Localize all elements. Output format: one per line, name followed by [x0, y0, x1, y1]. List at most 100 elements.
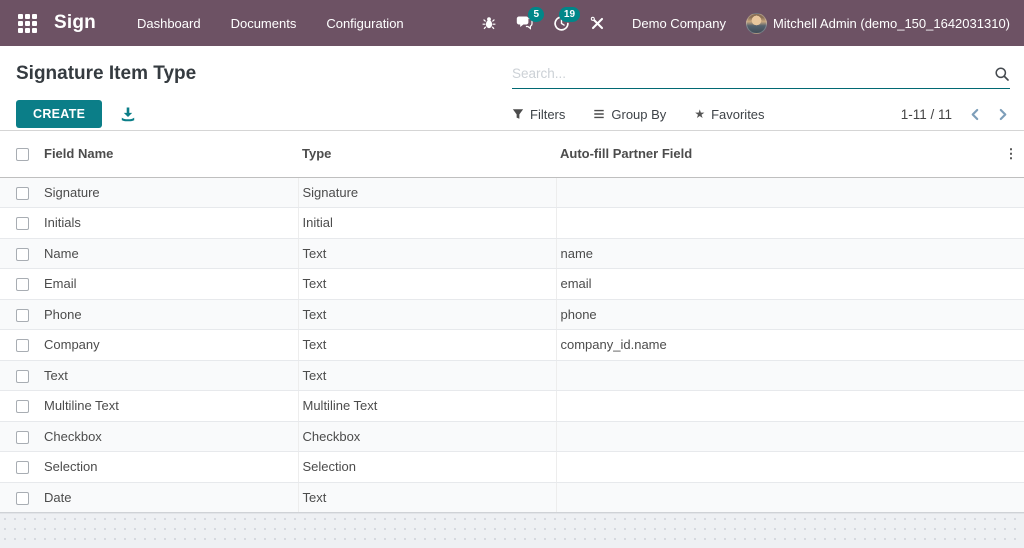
row-checkbox[interactable]	[16, 400, 29, 414]
group-by-button[interactable]: Group By	[593, 107, 666, 122]
systray: 5 19 Demo Company Mitchell Admin (demo_1…	[474, 0, 1010, 46]
row-checkbox[interactable]	[16, 278, 29, 292]
cell-spacer	[998, 451, 1024, 483]
user-avatar	[745, 12, 767, 34]
content-background	[0, 513, 1024, 548]
row-checkbox[interactable]	[16, 247, 29, 261]
page-title: Signature Item Type	[16, 63, 197, 84]
table-row[interactable]: Email Text email	[0, 268, 1024, 300]
cell-type: Text	[297, 299, 556, 330]
app-title[interactable]: Sign	[54, 12, 96, 34]
cell-spacer	[998, 177, 1024, 208]
tools-icon	[590, 16, 603, 29]
cell-autofill: email	[555, 268, 998, 300]
debug-bug-icon[interactable]	[474, 0, 504, 46]
row-checkbox[interactable]	[16, 217, 29, 231]
cell-type: Multiline Text	[297, 390, 556, 422]
column-header-autofill[interactable]: Auto-fill Partner Field	[556, 131, 998, 178]
cell-spacer	[998, 482, 1024, 513]
row-checkbox[interactable]	[16, 369, 29, 383]
download-icon	[122, 107, 135, 122]
messages-count-badge: 5	[528, 7, 545, 22]
row-checkbox[interactable]	[16, 491, 29, 505]
favorites-button[interactable]: ★ Favorites	[694, 107, 764, 122]
cell-autofill	[555, 451, 998, 483]
table-row[interactable]: Checkbox Checkbox	[0, 421, 1024, 452]
cell-type: Text	[297, 329, 556, 361]
cell-spacer	[998, 421, 1024, 452]
cell-autofill: phone	[555, 299, 998, 330]
select-all-checkbox[interactable]	[16, 148, 29, 162]
favorites-label: Favorites	[711, 106, 765, 122]
pager-next-button[interactable]	[997, 106, 1010, 123]
cell-spacer	[998, 207, 1024, 239]
export-button[interactable]	[120, 106, 136, 122]
cell-field-name: Name	[40, 238, 298, 269]
row-checkbox-cell	[0, 299, 40, 330]
cell-autofill	[555, 207, 998, 239]
tools-menu-icon[interactable]	[582, 0, 612, 46]
row-checkbox[interactable]	[16, 430, 29, 444]
optional-columns-icon[interactable]: ⋮	[998, 131, 1024, 178]
table-row[interactable]: Text Text	[0, 360, 1024, 391]
table-row[interactable]: Company Text company_id.name	[0, 329, 1024, 361]
cell-field-name: Selection	[40, 451, 298, 483]
row-checkbox-cell	[0, 360, 40, 391]
table-row[interactable]: Date Text	[0, 482, 1024, 513]
table-row[interactable]: Signature Signature	[0, 177, 1024, 208]
row-checkbox-cell	[0, 451, 40, 483]
table-row[interactable]: Initials Initial	[0, 207, 1024, 239]
cell-spacer	[998, 268, 1024, 300]
row-checkbox[interactable]	[16, 461, 29, 475]
app-window: Sign Dashboard Documents Configuration 5	[0, 0, 1024, 548]
menu-dashboard[interactable]: Dashboard	[122, 0, 216, 46]
filters-button[interactable]: Filters	[512, 107, 565, 122]
cell-field-name: Phone	[40, 299, 298, 330]
column-header-type[interactable]: Type	[298, 131, 556, 178]
search-input[interactable]	[512, 66, 988, 81]
cell-field-name: Text	[40, 360, 298, 391]
table-row[interactable]: Phone Text phone	[0, 299, 1024, 330]
action-buttons: CREATE	[16, 92, 512, 128]
cell-autofill	[555, 482, 998, 513]
search-options-row: Filters Group By ★ Favorites 1-11 / 11	[512, 92, 1010, 128]
table-row[interactable]: Selection Selection	[0, 451, 1024, 483]
search-icon[interactable]	[988, 66, 1010, 82]
create-button[interactable]: CREATE	[16, 100, 103, 128]
column-header-field-name[interactable]: Field Name	[40, 131, 298, 178]
cell-type: Signature	[297, 177, 556, 208]
company-switcher[interactable]: Demo Company	[618, 16, 740, 31]
chevron-left-icon	[971, 108, 979, 120]
cell-field-name: Initials	[40, 207, 298, 239]
menu-configuration[interactable]: Configuration	[311, 0, 418, 46]
cell-type: Selection	[297, 451, 556, 483]
menu-documents[interactable]: Documents	[216, 0, 312, 46]
row-checkbox-cell	[0, 390, 40, 422]
table-row[interactable]: Name Text name	[0, 238, 1024, 269]
activities-count-badge: 19	[558, 7, 581, 22]
row-checkbox[interactable]	[16, 308, 29, 322]
row-checkbox-cell	[0, 207, 40, 239]
row-checkbox[interactable]	[16, 186, 29, 200]
row-checkbox-cell	[0, 421, 40, 452]
row-checkbox[interactable]	[16, 339, 29, 353]
table-body: Signature Signature Initials Initial Nam…	[0, 177, 1024, 513]
apps-menu-icon[interactable]	[12, 8, 42, 38]
activities-icon[interactable]: 19	[546, 0, 581, 46]
cell-spacer	[998, 299, 1024, 330]
cell-type: Checkbox	[297, 421, 556, 452]
group-by-icon	[594, 109, 605, 119]
cell-field-name: Date	[40, 482, 298, 513]
cell-spacer	[998, 238, 1024, 269]
cell-field-name: Company	[40, 329, 298, 361]
pager-previous-button[interactable]	[968, 106, 981, 123]
user-menu[interactable]: Mitchell Admin (demo_150_1642031310)	[745, 12, 1010, 34]
row-checkbox-cell	[0, 329, 40, 361]
messages-icon[interactable]: 5	[510, 0, 545, 46]
table-row[interactable]: Multiline Text Multiline Text	[0, 390, 1024, 422]
cell-type: Initial	[297, 207, 556, 239]
pager-value[interactable]: 1-11 / 11	[901, 107, 952, 122]
cell-field-name: Multiline Text	[40, 390, 298, 422]
list-view-table: Field Name Type Auto-fill Partner Field …	[0, 131, 1024, 513]
main-menu: Dashboard Documents Configuration	[122, 0, 419, 46]
